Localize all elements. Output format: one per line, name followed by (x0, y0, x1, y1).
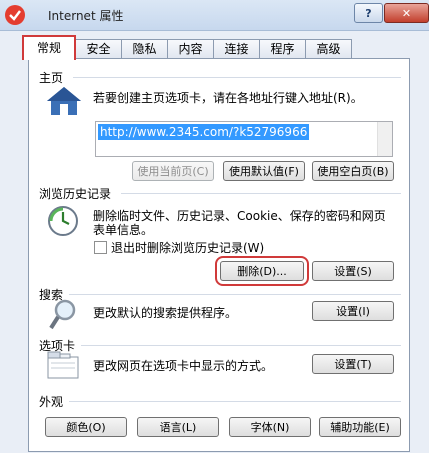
use-default-button[interactable]: 使用默认值(F) (223, 161, 305, 181)
home-icon (47, 87, 81, 115)
tab-advanced[interactable]: 高级 (305, 39, 352, 58)
divider (69, 401, 401, 402)
close-button[interactable]: ✕ (384, 3, 429, 23)
tab-privacy[interactable]: 隐私 (121, 39, 168, 58)
divider (69, 294, 401, 295)
home-url-text: http://www.2345.com/?k52796966 (98, 124, 310, 140)
tabs-desc: 更改网页在选项卡中显示的方式。 (93, 359, 274, 373)
history-clock-icon (48, 206, 78, 236)
delete-history-button[interactable]: 删除(D)... (215, 256, 309, 286)
accessibility-button[interactable]: 辅助功能(E) (319, 417, 401, 437)
colors-button[interactable]: 颜色(O) (45, 417, 127, 437)
home-hint: 若要创建主页选项卡，请在各地址行键入地址(R)。 (93, 91, 363, 105)
tab-content[interactable]: 内容 (167, 39, 214, 58)
scrollbar[interactable] (377, 122, 392, 156)
title-bar: Internet 属性 ? ✕ (0, 0, 429, 31)
site-logo-icon (5, 5, 25, 25)
search-settings-button[interactable]: 设置(I) (312, 301, 394, 321)
tabs-settings-button[interactable]: 设置(T) (312, 354, 394, 374)
divider (121, 193, 401, 194)
use-blank-button[interactable]: 使用空白页(B) (312, 161, 394, 181)
exit-delete-label: 退出时删除浏览历史记录(W) (111, 241, 265, 255)
home-url-input[interactable]: http://www.2345.com/?k52796966 (95, 121, 393, 157)
use-current-button[interactable]: 使用当前页(C) (132, 161, 214, 181)
tab-programs[interactable]: 程序 (259, 39, 306, 58)
window-title: Internet 属性 (48, 9, 124, 23)
home-section-label: 主页 (39, 71, 64, 85)
search-magnifier-icon (49, 299, 76, 330)
history-settings-button[interactable]: 设置(S) (312, 261, 394, 281)
appearance-section-label: 外观 (39, 395, 64, 409)
general-panel: 主页 若要创建主页选项卡，请在各地址行键入地址(R)。 http://www.2… (28, 58, 410, 452)
search-desc: 更改默认的搜索提供程序。 (93, 306, 238, 320)
history-section-label: 浏览历史记录 (39, 187, 112, 201)
tab-general[interactable]: 常规 (22, 35, 76, 60)
tab-security[interactable]: 安全 (75, 39, 122, 58)
divider (81, 345, 401, 346)
tabs-window-icon (47, 351, 79, 379)
languages-button[interactable]: 语言(L) (137, 417, 219, 437)
exit-delete-checkbox[interactable] (94, 241, 107, 254)
divider (73, 77, 401, 78)
help-button[interactable]: ? (354, 3, 383, 23)
tab-connections[interactable]: 连接 (213, 39, 260, 58)
fonts-button[interactable]: 字体(N) (229, 417, 311, 437)
history-desc-line2: 表单信息。 (93, 223, 154, 237)
